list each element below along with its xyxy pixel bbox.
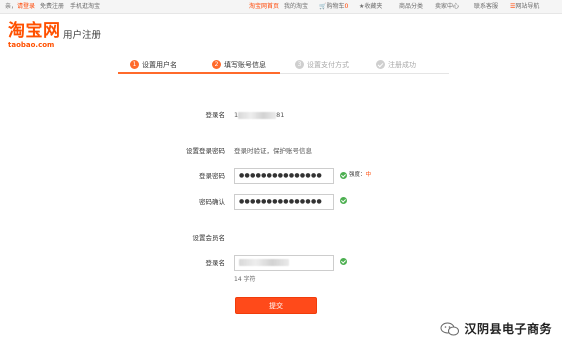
confirm-password-input[interactable]: ●●●●●●●●●●●●●●●: [234, 194, 334, 210]
step-payment: 3 设置支付方式: [295, 59, 349, 70]
home-link[interactable]: 淘宝网首页: [249, 3, 279, 11]
submit-button[interactable]: 提交: [235, 297, 317, 314]
password-strength: 强度：中: [349, 172, 372, 178]
contact-service-link[interactable]: 联系客服: [474, 3, 498, 11]
step-label: 填写账号信息: [224, 60, 266, 69]
login-name-label: 登录名: [205, 111, 226, 119]
page-title: 用户注册: [63, 30, 102, 41]
login-name-value: 1 81: [234, 111, 285, 119]
step-number: 2: [212, 60, 221, 69]
step-set-username: 1 设置用户名: [130, 59, 177, 70]
site-nav-menu[interactable]: ☰网站导航: [510, 3, 539, 11]
greeting: 亲，请登录: [5, 3, 36, 10]
section-member-name: 设置会员名: [192, 234, 226, 242]
blurred-region: [238, 111, 277, 119]
section-login-password: 设置登录密码: [186, 147, 225, 155]
wechat-watermark: 汉阴县电子商务: [440, 320, 552, 337]
steps-progress-line: [118, 72, 280, 74]
step-success: 注册成功: [376, 59, 416, 70]
password-label: 登录密码: [199, 172, 225, 180]
free-register-link[interactable]: 免费注册: [40, 3, 64, 11]
mobile-taobao-link[interactable]: 手机逛淘宝: [70, 3, 100, 11]
member-name-label: 登录名: [205, 259, 226, 267]
check-circle-icon: [376, 60, 385, 69]
site-topbar: 亲，请登录 免费注册 手机逛淘宝 淘宝网首页 我的淘宝 🛒购物车0 ★收藏夹 商…: [0, 0, 562, 14]
step-fill-account: 2 填写账号信息: [212, 59, 266, 70]
registration-steps: 1 设置用户名 2 填写账号信息 3 设置支付方式 注册成功: [118, 56, 449, 74]
step-label: 设置支付方式: [307, 60, 349, 69]
char-count: 14 字符: [234, 276, 256, 283]
wechat-icon: [440, 322, 460, 335]
step-label: 设置用户名: [142, 60, 177, 69]
seller-center-menu[interactable]: 卖家中心: [435, 3, 459, 11]
categories-link[interactable]: 商品分类: [399, 3, 423, 11]
step-label: 注册成功: [388, 60, 416, 69]
check-icon: [340, 258, 347, 265]
step-number: 1: [130, 60, 139, 69]
cart-link[interactable]: 🛒购物车0: [319, 3, 348, 11]
my-taobao-menu[interactable]: 我的淘宝: [284, 3, 308, 11]
step-number: 3: [295, 60, 304, 69]
password-hint: 登录时验证，保护账号信息: [234, 147, 312, 155]
taobao-logo[interactable]: 淘宝网 taobao.com: [8, 22, 61, 49]
check-icon: [340, 172, 347, 179]
blurred-region: [239, 259, 289, 266]
member-name-input[interactable]: [234, 255, 334, 271]
confirm-password-label: 密码确认: [199, 198, 225, 206]
favorites-menu[interactable]: ★收藏夹: [359, 3, 382, 11]
password-input[interactable]: ●●●●●●●●●●●●●●●: [234, 168, 334, 184]
check-icon: [340, 197, 347, 204]
login-link[interactable]: 请登录: [17, 3, 35, 10]
